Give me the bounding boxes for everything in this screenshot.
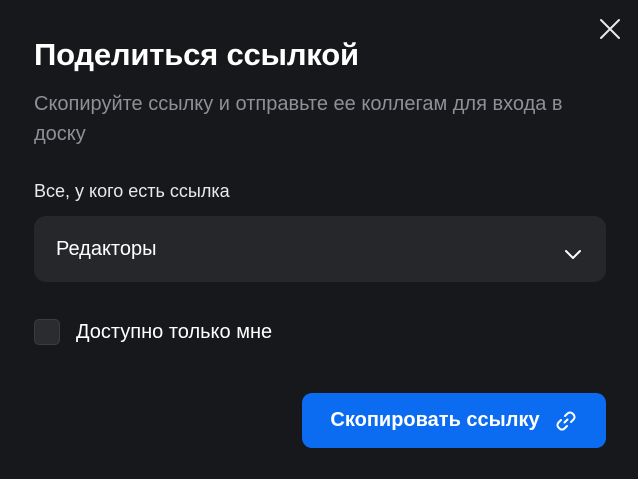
access-label: Все, у кого есть ссылка [34, 181, 230, 201]
close-icon [600, 19, 620, 39]
only-me-option[interactable]: Доступно только мне [34, 317, 272, 347]
only-me-label: Доступно только мне [76, 320, 273, 343]
access-level-value: Редакторы [56, 238, 157, 260]
only-me-checkbox[interactable] [34, 319, 60, 345]
dialog-title: Поделиться ссылкой [34, 37, 359, 72]
share-link-dialog: Поделиться ссылкой Скопируйте ссылку и о… [0, 0, 638, 479]
close-button[interactable] [597, 16, 623, 42]
copy-link-button[interactable]: Скопировать ссылку [302, 393, 606, 448]
access-level-select[interactable]: Редакторы [34, 216, 606, 282]
chevron-down-icon [565, 250, 581, 259]
copy-link-label: Скопировать ссылку [330, 409, 540, 431]
dialog-subtitle: Скопируйте ссылку и отправьте ее коллега… [34, 93, 563, 145]
link-icon [554, 409, 578, 433]
